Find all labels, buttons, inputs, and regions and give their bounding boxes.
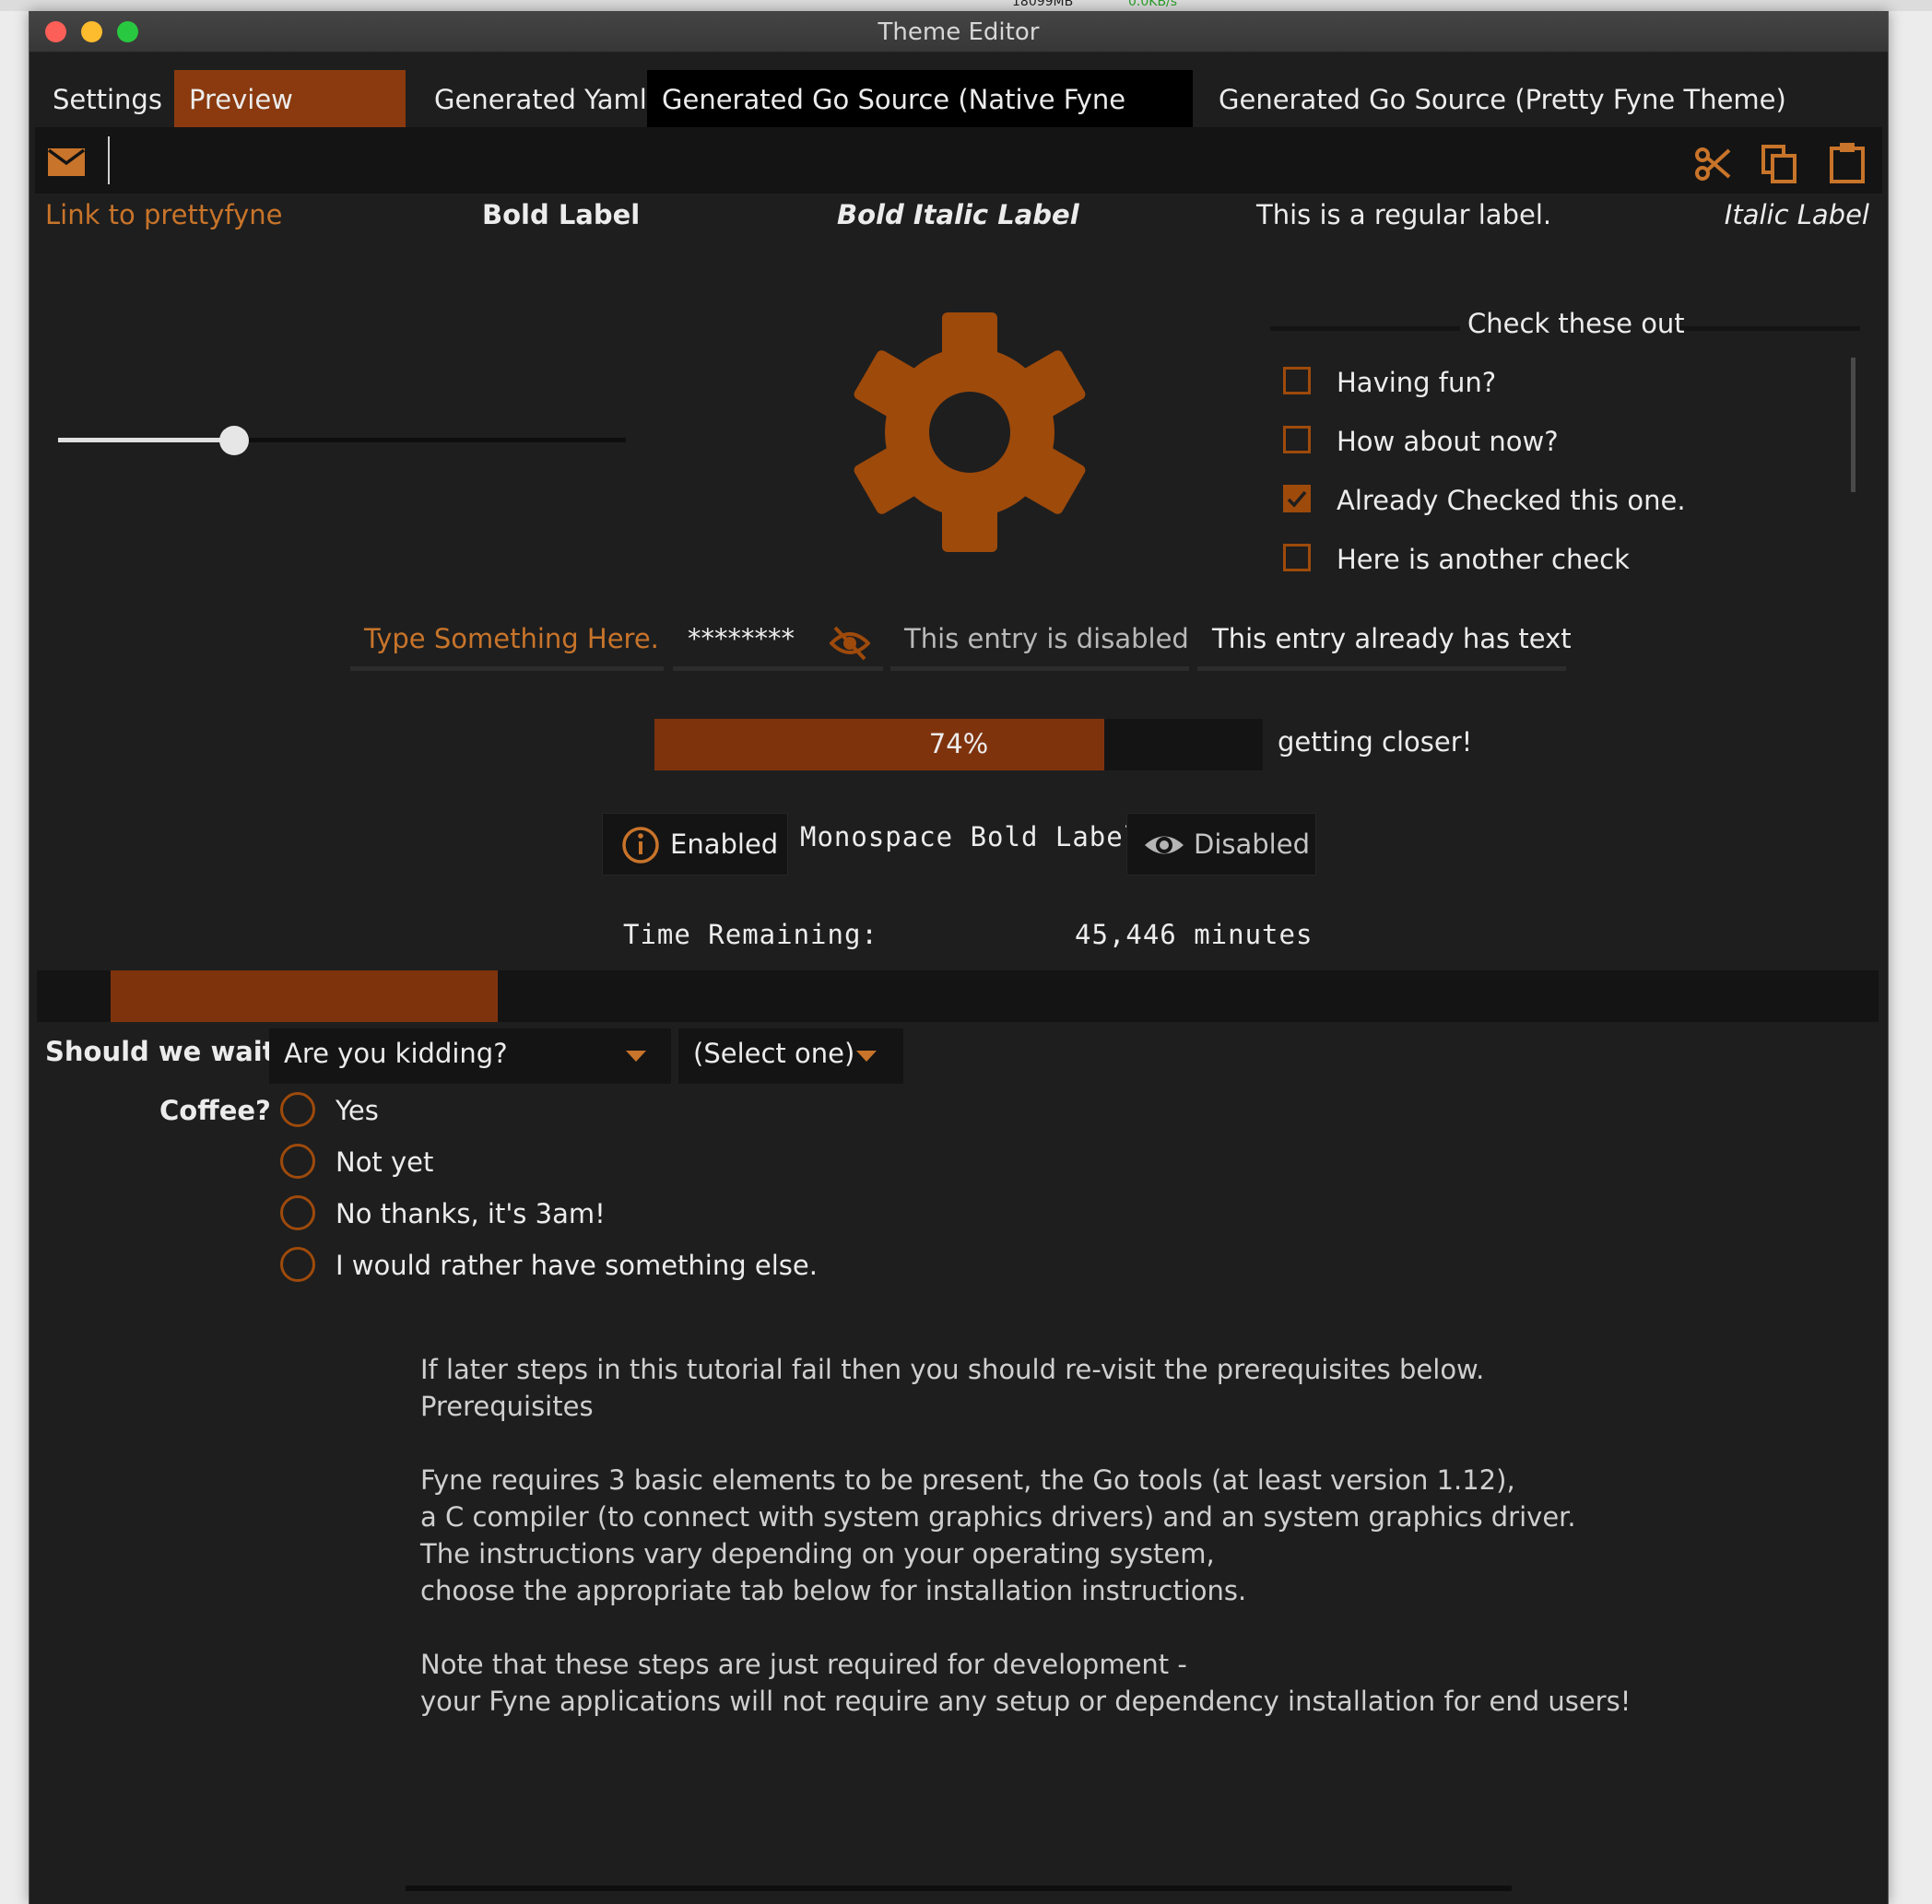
wait-label: Should we wait? [45,1036,291,1067]
paragraph-line [420,1609,1631,1646]
time-bar [37,970,1879,1022]
toolbar-separator [108,136,110,184]
bold-label: Bold Label [482,199,641,230]
checkbox-having-fun[interactable] [1283,367,1311,394]
cut-icon[interactable] [1694,146,1731,182]
window-title: Theme Editor [878,18,1040,46]
copy-icon[interactable] [1761,144,1797,184]
placeholder-entry-underline [350,666,664,671]
paragraph-line: a C compiler (to connect with system gra… [420,1501,1576,1533]
disabled-button: Disabled [1126,813,1316,876]
paragraph-line: Fyne requires 3 basic elements to be pre… [420,1464,1515,1496]
progress-value: 74% [928,728,989,759]
wait-select-primary[interactable]: Are you kidding? [269,1028,671,1084]
radio-not-yet[interactable] [280,1144,315,1179]
italic-label: Italic Label [1724,199,1869,230]
toolbar [35,127,1882,194]
wait-select-secondary[interactable]: (Select one) [678,1028,903,1084]
chevron-down-icon [856,1051,877,1062]
paragraph-line: Prerequisites [420,1391,594,1422]
coffee-label: Coffee? [159,1095,271,1126]
tab-go-source-native[interactable]: Generated Go Source (Native Fyne Theme) [647,70,1193,174]
password-entry-underline [673,666,883,671]
radio-label[interactable]: Not yet [336,1146,433,1178]
enabled-button[interactable]: Enabled [602,813,788,876]
time-remaining-label: Time Remaining: [623,919,878,950]
password-entry[interactable]: ******** [688,623,795,654]
tab-generated-yaml[interactable]: Generated Yaml [419,70,662,129]
text-entry[interactable]: This entry already has text [1212,623,1572,654]
check-group-title: Check these out [1467,308,1685,339]
time-remaining-value: 45,446 minutes [1075,919,1314,950]
radio-label[interactable]: No thanks, it's 3am! [336,1198,606,1229]
check-group-scrollbar[interactable] [1851,358,1855,492]
paragraph-line: your Fyne applications will not require … [420,1686,1632,1717]
app-window: Theme Editor Settings Preview Widgets Ge… [29,11,1889,1904]
checkbox-label[interactable]: Here is another check [1337,544,1630,575]
checkbox-label[interactable]: Already Checked this one. [1337,485,1686,516]
checkbox-already-checked[interactable] [1283,485,1311,512]
text-entry-underline [1197,666,1566,671]
radio-yes[interactable] [280,1092,315,1127]
disabled-entry-underline [890,666,1189,671]
eye-off-icon[interactable] [829,625,871,662]
title-bar: Theme Editor [29,11,1888,53]
tab-go-source-pretty[interactable]: Generated Go Source (Pretty Fyne Theme) [1204,70,1801,129]
info-icon [622,827,659,864]
horizontal-scrollbar[interactable] [406,1886,1512,1891]
checkbox-another-check[interactable] [1283,544,1311,571]
paragraph-line: If later steps in this tutorial fail the… [420,1354,1485,1385]
placeholder-entry[interactable]: Type Something Here. [364,623,659,654]
tab-preview-widgets[interactable]: Preview Widgets [174,70,406,174]
mail-icon[interactable] [47,147,86,177]
regular-label: This is a regular label. [1256,199,1552,230]
paragraph-line: choose the appropriate tab below for ins… [420,1575,1247,1606]
radio-label[interactable]: I would rather have something else. [336,1250,818,1281]
checkbox-label[interactable]: Having fun? [1337,367,1496,398]
info-paragraph: If later steps in this tutorial fail the… [420,1351,1631,1720]
link-prettyfyne[interactable]: Link to prettyfyne [45,199,282,230]
wait-select-primary-value: Are you kidding? [284,1038,508,1069]
paragraph-line: Note that these steps are just required … [420,1649,1187,1680]
gear-icon [845,312,1094,552]
check-group-rule-right [1667,326,1860,331]
radio-label[interactable]: Yes [336,1095,379,1126]
tab-bar: Settings Preview Widgets Generated Yaml … [29,57,1888,174]
monospace-bold-label: Monospace Bold Label [800,821,1141,852]
slider-fill [58,438,234,442]
slider-thumb[interactable] [219,426,249,455]
check-group-rule-left [1270,326,1460,331]
paragraph-line [420,1425,1631,1462]
menubar-memory: 18099MB [1012,0,1074,9]
check-group: Check these out Having fun? How about no… [1270,306,1860,575]
eye-icon [1145,836,1184,854]
paste-icon[interactable] [1829,142,1866,184]
system-menubar: 18099MB 0.0KB/s [0,0,1932,11]
time-bar-fill [111,970,498,1022]
disabled-button-label: Disabled [1194,829,1310,860]
menubar-network: 0.0KB/s [1128,0,1178,9]
tab-settings[interactable]: Settings [38,70,177,129]
progress-label: getting closer! [1278,726,1473,758]
radio-something-else[interactable] [280,1247,315,1282]
checkbox-label[interactable]: How about now? [1337,426,1559,457]
wait-select-secondary-value: (Select one) [693,1038,855,1069]
bold-italic-label: Bold Italic Label [837,199,1079,230]
disabled-entry: This entry is disabled [904,623,1189,654]
slider[interactable] [58,424,626,457]
checkbox-how-about-now[interactable] [1283,426,1311,453]
chevron-down-icon [626,1051,646,1062]
paragraph-line: The instructions vary depending on your … [420,1538,1215,1569]
enabled-button-label: Enabled [670,829,779,860]
radio-no-thanks[interactable] [280,1195,315,1230]
progress-bar: 74% [654,719,1263,770]
